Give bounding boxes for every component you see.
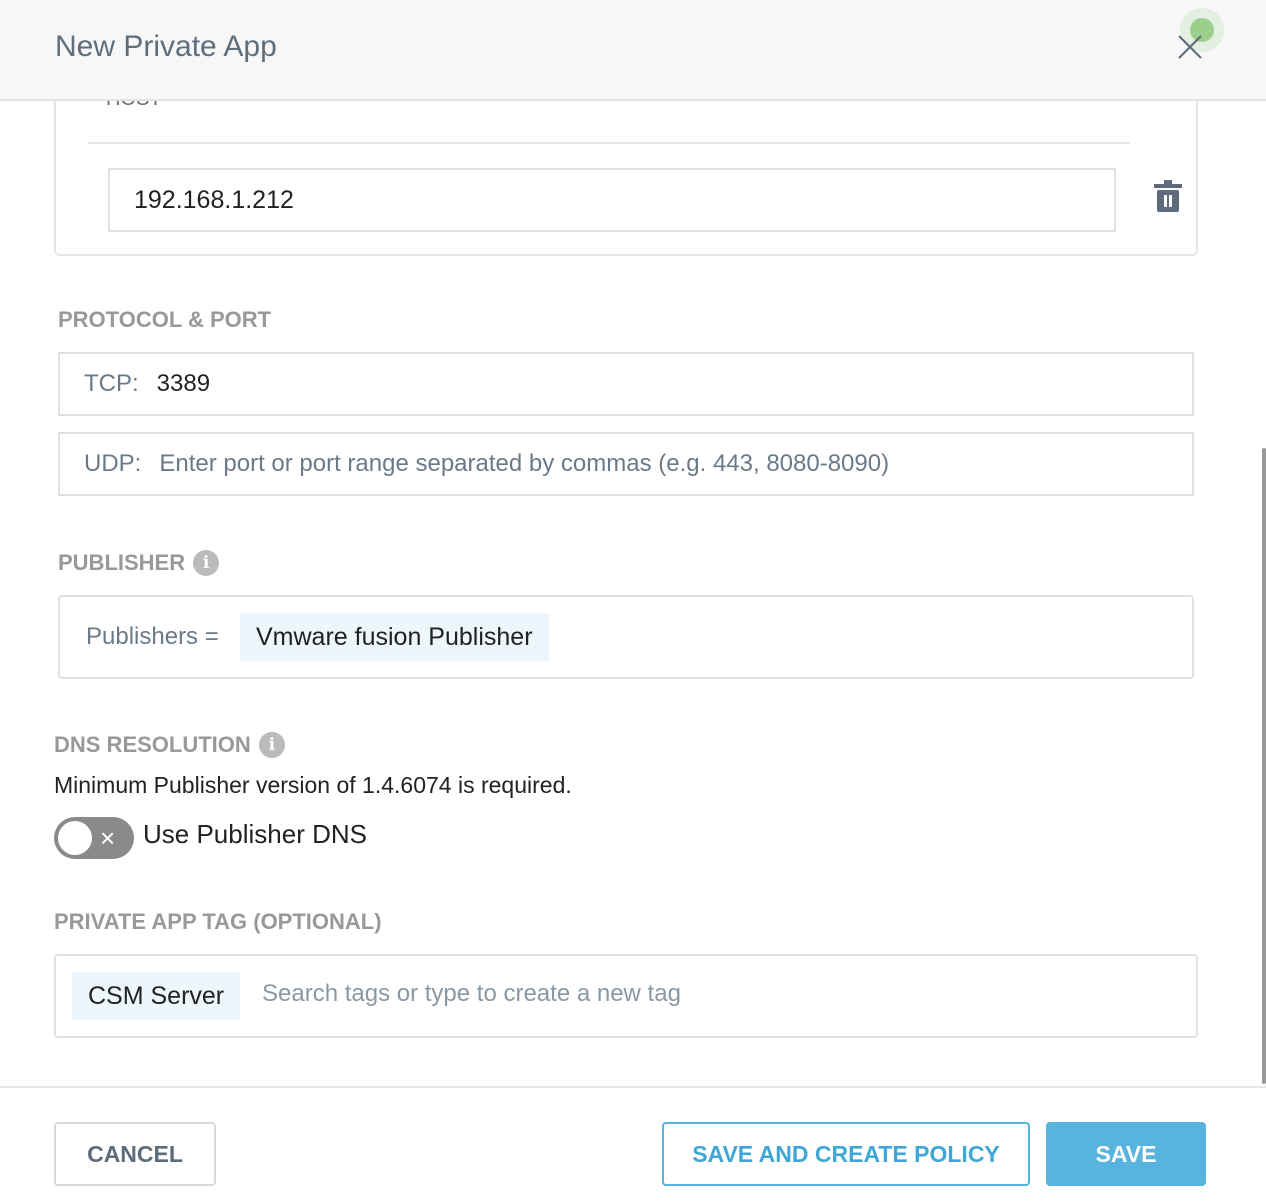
tcp-prefix: TCP: xyxy=(84,370,139,397)
close-icon[interactable] xyxy=(1176,33,1204,61)
divider xyxy=(88,142,1130,144)
save-and-create-policy-button[interactable]: SAVE AND CREATE POLICY xyxy=(662,1122,1030,1186)
tag-input[interactable]: CSM Server Search tags or type to create… xyxy=(54,954,1198,1038)
publisher-heading: PUBLISHER i xyxy=(58,550,220,576)
publisher-label: PUBLISHER xyxy=(58,550,186,575)
tcp-value: 3389 xyxy=(156,370,211,397)
publisher-selector[interactable]: Publishers = Vmware fusion Publisher xyxy=(58,595,1194,679)
tag-chip[interactable]: CSM Server xyxy=(72,972,241,1020)
dns-heading: DNS RESOLUTION i xyxy=(54,732,285,758)
trash-icon[interactable] xyxy=(1154,180,1182,214)
protocol-label: PROTOCOL & PORT xyxy=(58,307,272,332)
publisher-chip[interactable]: Vmware fusion Publisher xyxy=(240,613,549,661)
save-button[interactable]: SAVE xyxy=(1046,1122,1206,1186)
tag-placeholder: Search tags or type to create a new tag xyxy=(262,980,681,1007)
udp-placeholder: Enter port or port range separated by co… xyxy=(159,450,890,477)
cancel-button[interactable]: CANCEL xyxy=(54,1122,216,1186)
modal-footer: CANCEL SAVE AND CREATE POLICY SAVE xyxy=(0,1086,1266,1202)
udp-prefix: UDP: xyxy=(84,450,142,477)
dns-note: Minimum Publisher version of 1.4.6074 is… xyxy=(54,772,572,798)
scrollbar[interactable] xyxy=(1262,448,1266,1084)
toggle-label: Use Publisher DNS xyxy=(143,819,367,849)
tcp-port-field[interactable]: TCP: 3389 xyxy=(58,352,1194,416)
host-input[interactable] xyxy=(108,168,1116,232)
info-icon[interactable]: i xyxy=(258,732,285,758)
publisher-dns-toggle[interactable]: × xyxy=(54,817,134,859)
modal-header: New Private App xyxy=(0,0,1266,101)
tag-label: PRIVATE APP TAG (OPTIONAL) xyxy=(54,909,382,934)
dns-label: DNS RESOLUTION xyxy=(54,732,251,757)
publisher-prefix: Publishers = xyxy=(86,623,219,650)
x-icon: × xyxy=(100,823,116,853)
udp-port-field[interactable]: UDP: Enter port or port range separated b… xyxy=(58,432,1194,496)
toggle-knob xyxy=(58,821,92,855)
page-title: New Private App xyxy=(55,30,277,63)
info-icon[interactable]: i xyxy=(193,550,220,576)
